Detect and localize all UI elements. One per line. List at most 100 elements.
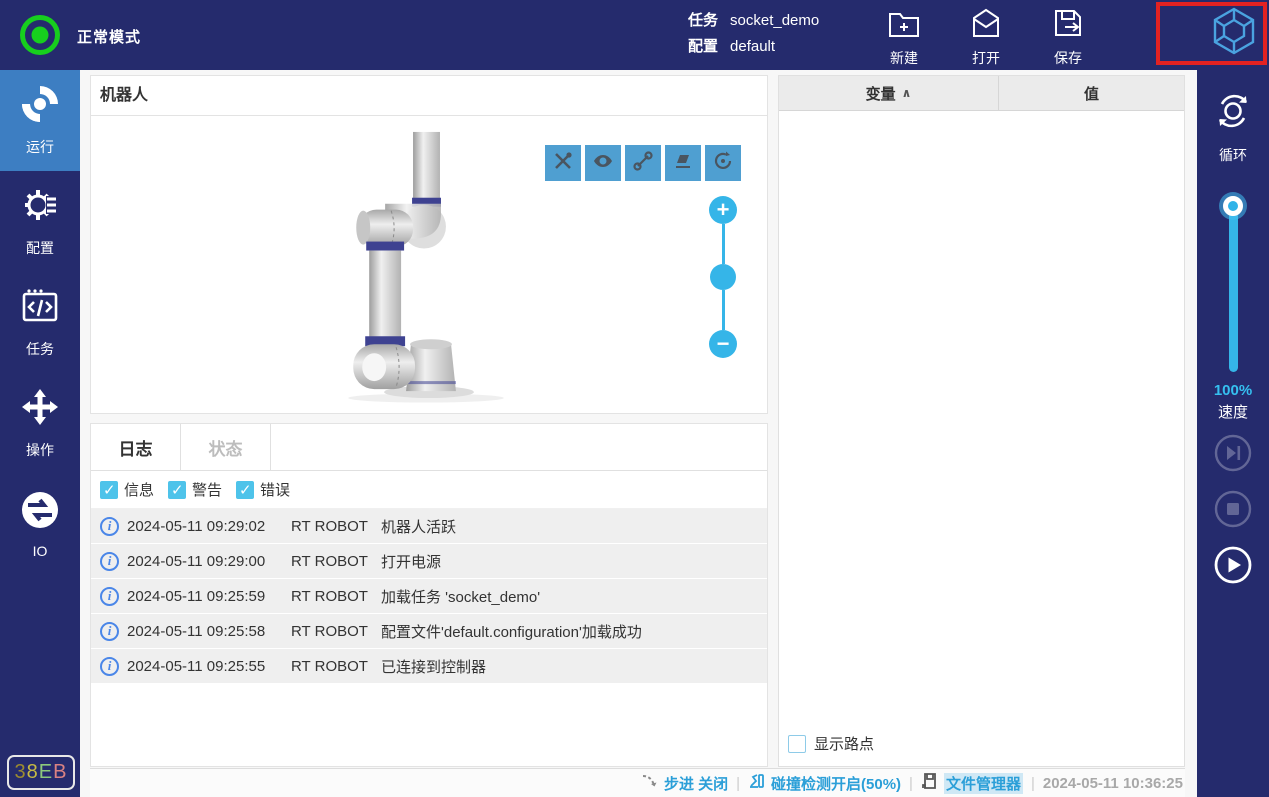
show-waypoints-checkbox[interactable]: [788, 734, 806, 753]
value-column-label: 值: [1083, 85, 1099, 103]
filter-label: 信息: [124, 482, 155, 499]
new-button-label: 新建: [890, 50, 918, 66]
zoom-control: + −: [709, 196, 737, 358]
captcha-badge: 38EB: [7, 755, 75, 790]
step-mode-toggle[interactable]: 步进 关闭: [641, 772, 728, 794]
file-manager-label: 文件管理器: [943, 772, 1023, 794]
sidebar-io-label: IO: [32, 543, 48, 559]
config-value: default: [730, 38, 776, 55]
sidebar-item-operate[interactable]: 操作: [0, 373, 80, 474]
reset-view-button[interactable]: [705, 145, 741, 181]
config-label: 配置: [688, 38, 719, 55]
checkbox-icon[interactable]: [236, 480, 255, 499]
show-waypoints-label: 显示路点: [814, 736, 875, 753]
checkbox-icon[interactable]: [168, 480, 187, 499]
new-button[interactable]: 新建: [880, 6, 928, 68]
transport-controls: [1197, 434, 1269, 584]
log-time: 2024-05-11 09:29:00: [127, 552, 266, 570]
task-value: socket_demo: [730, 12, 820, 29]
collision-detection-toggle[interactable]: 碰撞检测开启(50%): [748, 772, 901, 794]
sidebar-item-task[interactable]: 任务: [0, 272, 80, 373]
task-label: 任务: [688, 12, 719, 29]
app-logo-highlighted[interactable]: [1156, 2, 1267, 65]
log-time: 2024-05-11 09:25:59: [127, 587, 266, 605]
log-row[interactable]: i 2024-05-11 09:29:02 RT ROBOT 机器人活跃: [91, 509, 767, 543]
speed-slider-handle[interactable]: [1223, 196, 1243, 216]
tab-status[interactable]: 状态: [181, 424, 271, 470]
app-window: 正常模式 任务 socket_demo 配置 default 新建 打开 保存: [0, 0, 1269, 797]
new-folder-icon: [887, 6, 921, 45]
log-filter-checkbox[interactable]: 警告: [168, 479, 222, 500]
log-time: 2024-05-11 09:25:58: [127, 622, 266, 640]
statusbar-divider: |: [736, 774, 741, 792]
sidebar-run-label: 运行: [26, 139, 54, 155]
zoom-track-lower[interactable]: [721, 290, 725, 330]
zoom-slider-handle[interactable]: [710, 264, 736, 290]
sidebar-item-config[interactable]: 配置: [0, 171, 80, 272]
log-filter-checkbox[interactable]: 错误: [236, 479, 290, 500]
zoom-in-button[interactable]: +: [709, 196, 737, 224]
log-row[interactable]: i 2024-05-11 09:25:59 RT ROBOT 加载任务 'soc…: [91, 579, 767, 613]
info-icon: i: [100, 621, 119, 641]
play-button[interactable]: [1214, 546, 1252, 584]
checkbox-icon[interactable]: [100, 480, 118, 499]
view-toolbar: [545, 145, 741, 181]
move-arrows-icon: [20, 387, 60, 432]
robot-3d-viewport[interactable]: + −: [91, 116, 767, 413]
zoom-track-upper[interactable]: [721, 224, 725, 264]
sidebar-item-io[interactable]: IO: [0, 474, 80, 575]
variable-column-header[interactable]: 变量 ∧: [779, 76, 999, 110]
step-arrow-icon: [641, 772, 659, 794]
eye-icon: [592, 150, 614, 177]
run-target-icon: [20, 84, 60, 129]
mode-label: 正常模式: [77, 29, 142, 46]
log-message: 加载任务 'socket_demo': [381, 588, 541, 606]
file-manager-button[interactable]: 文件管理器: [921, 772, 1023, 794]
tab-log[interactable]: 日志: [91, 424, 181, 470]
right-sidebar: 循环 100% 速度: [1197, 70, 1269, 797]
sidebar-item-run[interactable]: 运行: [0, 70, 80, 171]
top-bar: 正常模式 任务 socket_demo 配置 default 新建 打开 保存: [0, 0, 1269, 70]
log-row[interactable]: i 2024-05-11 09:29:00 RT ROBOT 打开电源: [91, 544, 767, 578]
trajectory-button[interactable]: [625, 145, 661, 181]
gear-icon: [20, 185, 60, 230]
log-source: RT ROBOT: [291, 517, 368, 535]
log-filter-checkbox[interactable]: 信息: [100, 479, 154, 500]
stop-button[interactable]: [1214, 490, 1252, 528]
statusbar-divider: |: [1030, 774, 1035, 792]
info-icon: i: [100, 516, 119, 536]
io-sync-icon: [20, 490, 60, 535]
tools-icon: [552, 150, 574, 177]
log-time: 2024-05-11 09:29:02: [127, 517, 266, 535]
visibility-button[interactable]: [585, 145, 621, 181]
step-forward-button[interactable]: [1214, 434, 1252, 472]
statusbar-datetime: 2024-05-11 10:36:25: [1042, 774, 1183, 792]
speed-slider-track[interactable]: [1228, 212, 1238, 372]
log-row[interactable]: i 2024-05-11 09:25:55 RT ROBOT 已连接到控制器: [91, 649, 767, 683]
open-button[interactable]: 打开: [962, 6, 1010, 68]
zoom-out-button[interactable]: −: [709, 330, 737, 358]
cube-logo-icon: [1211, 6, 1257, 61]
sort-ascending-icon: ∧: [901, 86, 912, 100]
sidebar-config-label: 配置: [26, 240, 54, 256]
step-mode-label: 步进 关闭: [663, 775, 729, 793]
task-info: 任务 socket_demo 配置 default: [688, 8, 819, 60]
open-button-label: 打开: [972, 50, 1000, 66]
loop-arrows-icon: [1210, 88, 1256, 139]
save-button-label: 保存: [1054, 50, 1082, 66]
show-waypoints-row[interactable]: 显示路点: [779, 733, 1184, 766]
open-file-icon: [969, 6, 1003, 45]
log-row[interactable]: i 2024-05-11 09:25:58 RT ROBOT 配置文件'defa…: [91, 614, 767, 648]
info-icon: i: [100, 551, 119, 571]
save-button[interactable]: 保存: [1044, 6, 1092, 68]
erase-button[interactable]: [665, 145, 701, 181]
value-column-header[interactable]: 值: [999, 76, 1184, 110]
sidebar-task-label: 任务: [26, 341, 54, 357]
loop-toggle[interactable]: 循环: [1197, 70, 1269, 165]
log-message: 已连接到控制器: [381, 658, 487, 676]
log-panel: 日志 状态 信息 警告 错误: [90, 423, 768, 767]
collision-label: 碰撞检测开启(50%): [771, 775, 902, 793]
collision-icon: [748, 772, 766, 794]
log-tab-row: 日志 状态: [91, 424, 767, 471]
tools-button[interactable]: [545, 145, 581, 181]
